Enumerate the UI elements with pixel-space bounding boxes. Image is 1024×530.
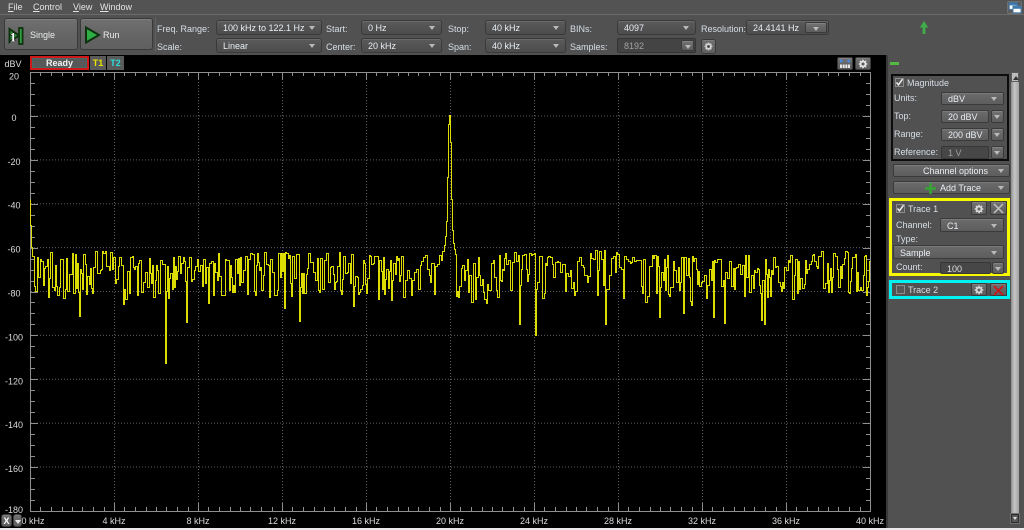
svg-text:8 kHz: 8 kHz — [186, 516, 210, 526]
svg-text:24 kHz: 24 kHz — [520, 516, 549, 526]
svg-text:4 kHz: 4 kHz — [102, 516, 126, 526]
svg-text:-160: -160 — [5, 464, 23, 474]
svg-text:-20: -20 — [7, 157, 20, 167]
svg-text:-100: -100 — [5, 332, 23, 342]
svg-text:-80: -80 — [7, 289, 20, 299]
svg-text:dBV: dBV — [4, 59, 21, 69]
svg-text:36 kHz: 36 kHz — [772, 516, 801, 526]
svg-text:-140: -140 — [5, 420, 23, 430]
svg-text:20: 20 — [9, 72, 19, 82]
svg-text:12 kHz: 12 kHz — [268, 516, 297, 526]
svg-text:-120: -120 — [5, 376, 23, 386]
svg-text:16 kHz: 16 kHz — [352, 516, 381, 526]
svg-text:40 kHz: 40 kHz — [856, 516, 885, 526]
svg-text:0: 0 — [11, 113, 16, 123]
svg-text:0 kHz: 0 kHz — [21, 516, 45, 526]
svg-text:28 kHz: 28 kHz — [604, 516, 633, 526]
svg-text:-60: -60 — [7, 245, 20, 255]
svg-text:-40: -40 — [7, 201, 20, 211]
svg-text:20 kHz: 20 kHz — [436, 516, 465, 526]
svg-text:32 kHz: 32 kHz — [688, 516, 717, 526]
